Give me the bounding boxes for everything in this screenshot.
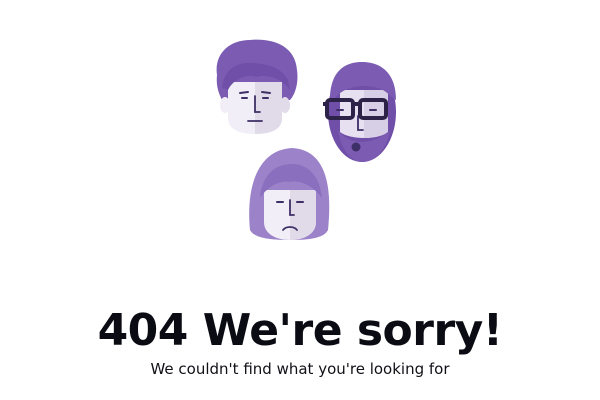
man-glasses-beard-face-icon [323,62,396,162]
woman-sad-face-icon [249,148,330,240]
man-curly-hair-face-icon [216,39,298,134]
faces-illustration [216,39,396,240]
error-message: We couldn't find what you're looking for [150,360,450,378]
error-page: 404 We're sorry! We couldn't find what y… [0,0,600,400]
error-heading: 404 We're sorry! [97,305,503,357]
